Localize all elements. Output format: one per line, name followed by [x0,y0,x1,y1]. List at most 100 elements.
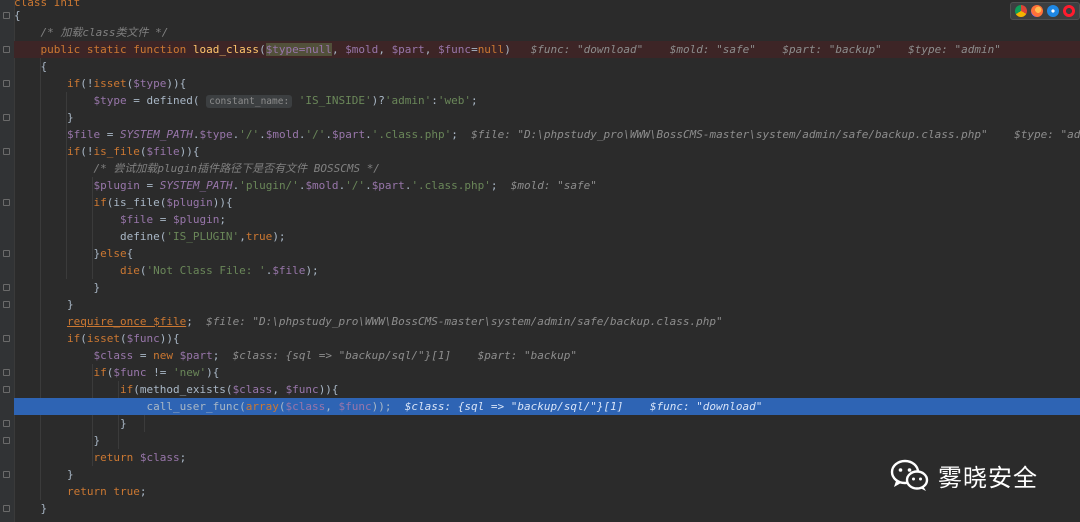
code-token: ( [80,332,87,345]
code-token: (method_exists( [133,383,233,396]
code-token: /* 尝试加载plugin插件路径下是否有文件 BOSSCMS */ [93,162,380,175]
code-line[interactable]: /* 尝试加载plugin插件路径下是否有文件 BOSSCMS */ [14,160,380,177]
fold-marker[interactable] [3,301,10,308]
code-line[interactable]: } [14,109,74,126]
code-line[interactable]: if(is_file($plugin)){ [14,194,233,211]
code-token: else [100,247,127,260]
code-token: return [93,451,140,464]
code-token: (! [80,77,94,90]
code-token: = [153,213,173,226]
code-token: if [66,145,81,158]
code-token: ; [219,213,226,226]
code-line[interactable]: $class = new $part; $class: {sql => "bac… [14,347,577,364]
code-line[interactable]: $file = SYSTEM_PATH.$type.'/'.$mold.'/'.… [14,126,1080,143]
code-token: SYSTEM_PATH [159,179,233,192]
code-line[interactable]: } [14,296,74,313]
code-line[interactable]: public static function load_class($type=… [14,41,1080,58]
browser-preview-toolbar[interactable] [1010,2,1080,20]
code-token: ; [139,485,147,498]
fold-marker[interactable] [3,199,10,206]
code-line[interactable]: return true; [14,483,146,500]
code-token: 'new' [172,366,207,379]
fold-marker[interactable] [3,46,10,53]
code-token: $class [285,400,326,413]
safari-icon[interactable] [1047,5,1059,17]
code-token: { [14,60,48,73]
code-token: 'IS_INSIDE' [292,94,372,107]
code-line[interactable]: $type = defined( constant_name: 'IS_INSI… [14,92,478,109]
code-line[interactable]: } [14,500,47,517]
code-line[interactable]: define('IS_PLUGIN',true); [14,228,286,245]
code-token: ; [451,128,472,141]
code-line[interactable]: { [14,7,21,24]
code-token: )){ [179,145,200,158]
code-line[interactable]: } [14,415,127,432]
fold-marker[interactable] [3,250,10,257]
code-line[interactable]: if(isset($func)){ [14,330,180,347]
code-line[interactable]: die('Not Class File: '.$file); [14,262,319,279]
code-token: 'plugin/' [239,179,299,192]
code-token: ( [278,400,286,413]
code-line[interactable]: if($func != 'new'){ [14,364,219,381]
code-token: } [14,502,48,515]
code-token: = [471,43,478,56]
code-line[interactable]: return $class; [14,449,186,466]
code-token: . [259,128,266,141]
code-token: { [14,9,21,22]
code-token: load_class [192,43,260,56]
fold-marker[interactable] [3,335,10,342]
fold-marker[interactable] [3,148,10,155]
fold-marker[interactable] [3,505,10,512]
code-line[interactable]: /* 加载class类文件 */ [14,24,169,41]
code-token: )){ [212,196,233,209]
code-token: $func [437,43,472,56]
firefox-icon[interactable] [1031,5,1043,17]
code-token: $part [179,349,213,362]
code-line-current[interactable]: call_user_func(array($class, $func)); $c… [14,398,1080,415]
code-token: define( [14,230,167,243]
opera-icon[interactable] [1063,5,1075,17]
code-line[interactable]: if(method_exists($class, $func)){ [14,381,339,398]
code-token: call_user_func( [14,400,246,413]
code-line[interactable]: if(!isset($type)){ [14,75,186,92]
code-token: if [93,366,107,379]
code-line[interactable]: require_once $file; $file: "D:\phpstudy_… [14,313,723,330]
fold-marker[interactable] [3,284,10,291]
fold-marker[interactable] [3,80,10,87]
code-token: = [133,349,154,362]
fold-marker[interactable] [3,114,10,121]
code-line[interactable]: if(!is_file($file)){ [14,143,199,160]
code-line[interactable]: } [14,466,74,483]
code-line[interactable]: }else{ [14,245,133,262]
fold-marker[interactable] [3,420,10,427]
code-token: ( [259,43,266,56]
code-token: 'admin' [384,94,432,107]
fold-marker[interactable] [3,12,10,19]
code-token: $file [66,128,101,141]
fold-marker[interactable] [3,386,10,393]
code-line[interactable]: { [14,58,47,75]
code-editor[interactable]: class Init { /* 加载class类文件 */ public sta… [0,0,1080,522]
chrome-icon[interactable] [1015,5,1027,17]
fold-marker[interactable] [3,369,10,376]
fold-marker[interactable] [3,471,10,478]
code-line[interactable]: } [14,279,100,296]
code-line[interactable]: } [14,432,100,449]
watermark: 雾晓安全 [890,458,1038,493]
code-token: if [66,332,81,345]
code-line[interactable]: $plugin = SYSTEM_PATH.'plugin/'.$mold.'/… [14,177,596,194]
code-token: $mold [305,179,339,192]
code-token: $func [338,400,372,413]
code-line[interactable]: $file = $plugin; [14,211,226,228]
code-token: , [378,43,392,56]
watermark-text: 雾晓安全 [938,464,1038,492]
code-token: )? [371,94,385,107]
code-token: die [119,264,140,277]
fold-marker[interactable] [3,437,10,444]
